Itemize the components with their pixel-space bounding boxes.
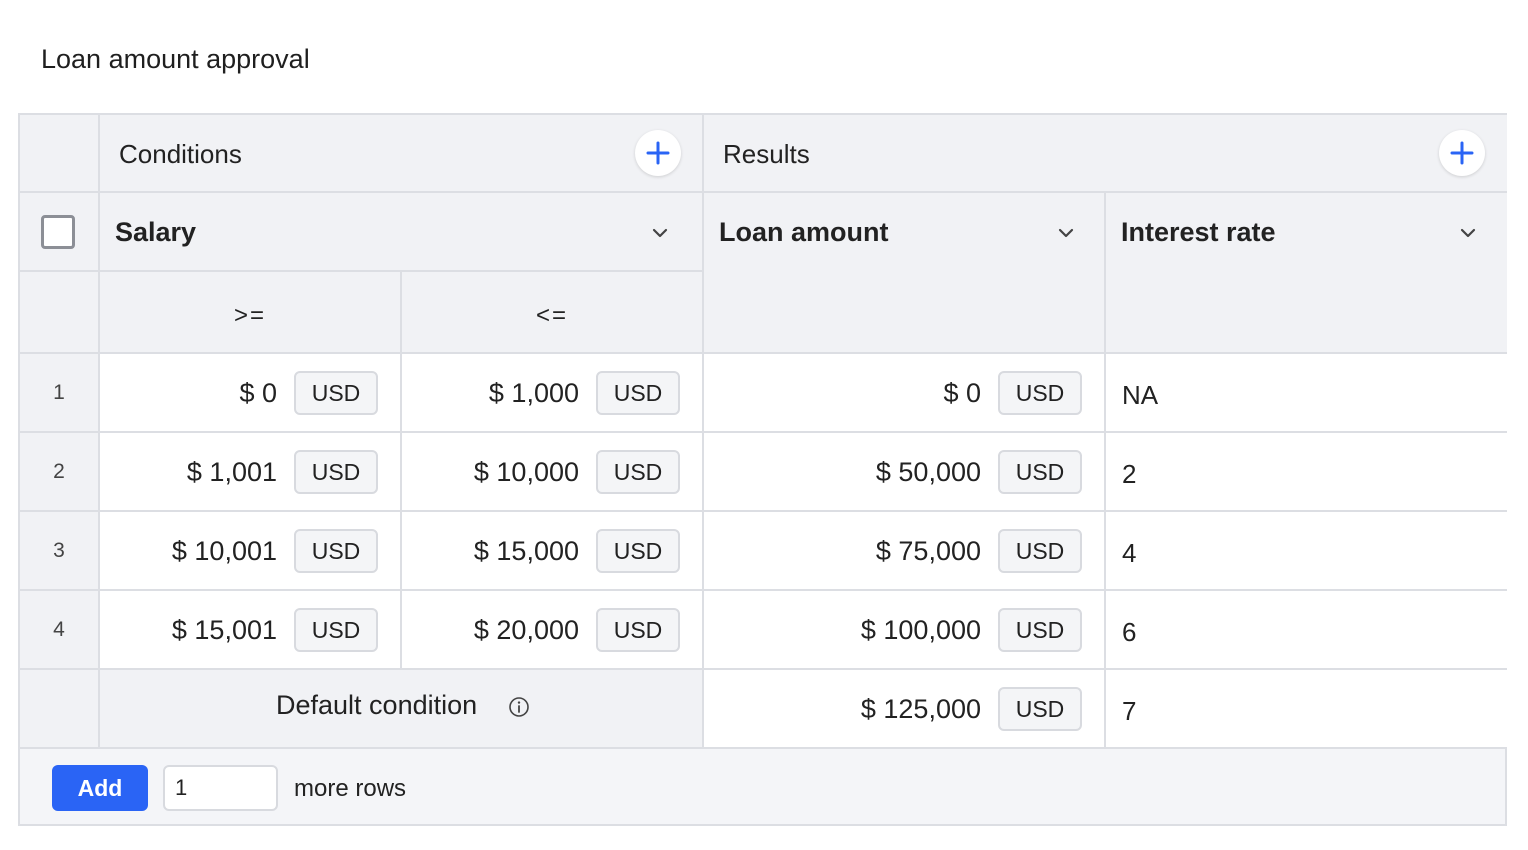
currency-badge[interactable]: USD <box>998 529 1082 573</box>
interest-rate-column-label: Interest rate <box>1121 217 1276 247</box>
currency-badge[interactable]: USD <box>998 687 1082 731</box>
operator-gte: >= <box>233 302 267 329</box>
salary-min-cell[interactable]: $ 15,001 USD <box>100 591 402 670</box>
info-icon[interactable] <box>508 696 530 718</box>
chevron-down-icon[interactable] <box>649 222 671 244</box>
salary-max-cell[interactable]: $ 10,000 USD <box>402 433 704 512</box>
chevron-down-icon[interactable] <box>1055 222 1077 244</box>
currency-badge[interactable]: USD <box>998 371 1082 415</box>
corner-cell <box>20 115 100 193</box>
default-condition-label: Default condition <box>276 690 478 720</box>
interest-rate-value[interactable]: 4 <box>1122 538 1136 569</box>
default-loan-amount-cell[interactable]: $ 125,000 USD <box>704 670 1106 749</box>
salary-min-value[interactable]: $ 10,001 <box>172 536 277 567</box>
interest-rate-cell[interactable]: NA <box>1106 354 1507 433</box>
loan-amount-cell[interactable]: $ 100,000 USD <box>704 591 1106 670</box>
salary-max-cell[interactable]: $ 20,000 USD <box>402 591 704 670</box>
row-number: 3 <box>53 539 65 562</box>
results-group-header: Results <box>704 115 1507 193</box>
loan-amount-cell[interactable]: $ 0 USD <box>704 354 1106 433</box>
salary-max-value[interactable]: $ 20,000 <box>474 615 579 646</box>
currency-badge[interactable]: USD <box>596 371 680 415</box>
salary-max-value[interactable]: $ 1,000 <box>489 378 579 409</box>
loan-amount-cell[interactable]: $ 75,000 USD <box>704 512 1106 591</box>
currency-badge[interactable]: USD <box>294 371 378 415</box>
salary-max-cell[interactable]: $ 15,000 USD <box>402 512 704 591</box>
currency-badge[interactable]: USD <box>596 608 680 652</box>
default-row-spacer <box>20 670 100 749</box>
default-interest-rate-cell[interactable]: 7 <box>1106 670 1507 749</box>
currency-badge[interactable]: USD <box>596 529 680 573</box>
plus-icon <box>1450 141 1474 165</box>
interest-rate-cell[interactable]: 6 <box>1106 591 1507 670</box>
select-all-cell <box>20 193 100 272</box>
conditions-group-header: Conditions <box>100 115 704 193</box>
currency-badge[interactable]: USD <box>294 450 378 494</box>
select-all-checkbox[interactable] <box>41 215 75 249</box>
salary-max-cell[interactable]: $ 1,000 USD <box>402 354 704 433</box>
row-number-cell: 1 <box>20 354 100 433</box>
loan-amount-value[interactable]: $ 100,000 <box>861 615 981 646</box>
page-title: Loan amount approval <box>41 44 310 74</box>
more-rows-label: more rows <box>294 775 407 802</box>
salary-column-header[interactable]: Salary <box>100 193 704 272</box>
salary-column-label: Salary <box>115 217 197 247</box>
salary-min-value[interactable]: $ 15,001 <box>172 615 277 646</box>
currency-badge[interactable]: USD <box>998 608 1082 652</box>
loan-amount-value[interactable]: $ 50,000 <box>876 457 981 488</box>
operator-gte-cell: >= <box>100 272 402 354</box>
loan-amount-value[interactable]: $ 0 <box>943 378 981 409</box>
add-result-button[interactable] <box>1439 130 1485 176</box>
plus-icon <box>646 141 670 165</box>
conditions-label: Conditions <box>119 139 242 169</box>
salary-min-value[interactable]: $ 0 <box>239 378 277 409</box>
interest-rate-value[interactable]: NA <box>1122 380 1158 411</box>
interest-rate-cell[interactable]: 4 <box>1106 512 1507 591</box>
chevron-down-icon[interactable] <box>1457 222 1479 244</box>
add-condition-button[interactable] <box>635 130 681 176</box>
interest-rate-cell[interactable]: 2 <box>1106 433 1507 512</box>
salary-max-value[interactable]: $ 15,000 <box>474 536 579 567</box>
loan-amount-column-header[interactable]: Loan amount <box>704 193 1106 354</box>
currency-badge[interactable]: USD <box>294 529 378 573</box>
salary-min-cell[interactable]: $ 1,001 USD <box>100 433 402 512</box>
interest-rate-value[interactable]: 7 <box>1122 696 1136 727</box>
row-number-cell: 3 <box>20 512 100 591</box>
operator-lte: <= <box>535 302 569 329</box>
loan-amount-value[interactable]: $ 125,000 <box>861 694 981 725</box>
decision-table: Conditions Results Salary Loan amount In… <box>18 113 1507 826</box>
table-footer: Add more rows <box>20 749 1505 824</box>
loan-amount-column-label: Loan amount <box>719 217 889 247</box>
salary-min-cell[interactable]: $ 0 USD <box>100 354 402 433</box>
row-number-cell: 2 <box>20 433 100 512</box>
salary-max-value[interactable]: $ 10,000 <box>474 457 579 488</box>
interest-rate-column-header[interactable]: Interest rate <box>1106 193 1507 354</box>
interest-rate-value[interactable]: 6 <box>1122 617 1136 648</box>
row-number: 1 <box>53 381 65 404</box>
default-condition-cell: Default condition <box>100 670 704 749</box>
loan-amount-value[interactable]: $ 75,000 <box>876 536 981 567</box>
loan-amount-cell[interactable]: $ 50,000 USD <box>704 433 1106 512</box>
rows-count-input[interactable] <box>163 765 278 811</box>
currency-badge[interactable]: USD <box>998 450 1082 494</box>
interest-rate-value[interactable]: 2 <box>1122 459 1136 490</box>
currency-badge[interactable]: USD <box>294 608 378 652</box>
salary-min-cell[interactable]: $ 10,001 USD <box>100 512 402 591</box>
results-label: Results <box>723 139 810 169</box>
row-number: 2 <box>53 460 65 483</box>
currency-badge[interactable]: USD <box>596 450 680 494</box>
operator-lte-cell: <= <box>402 272 704 354</box>
row-number-cell: 4 <box>20 591 100 670</box>
salary-min-value[interactable]: $ 1,001 <box>187 457 277 488</box>
row-number: 4 <box>53 618 65 641</box>
operator-row-spacer <box>20 272 100 354</box>
add-rows-button[interactable]: Add <box>52 765 148 811</box>
